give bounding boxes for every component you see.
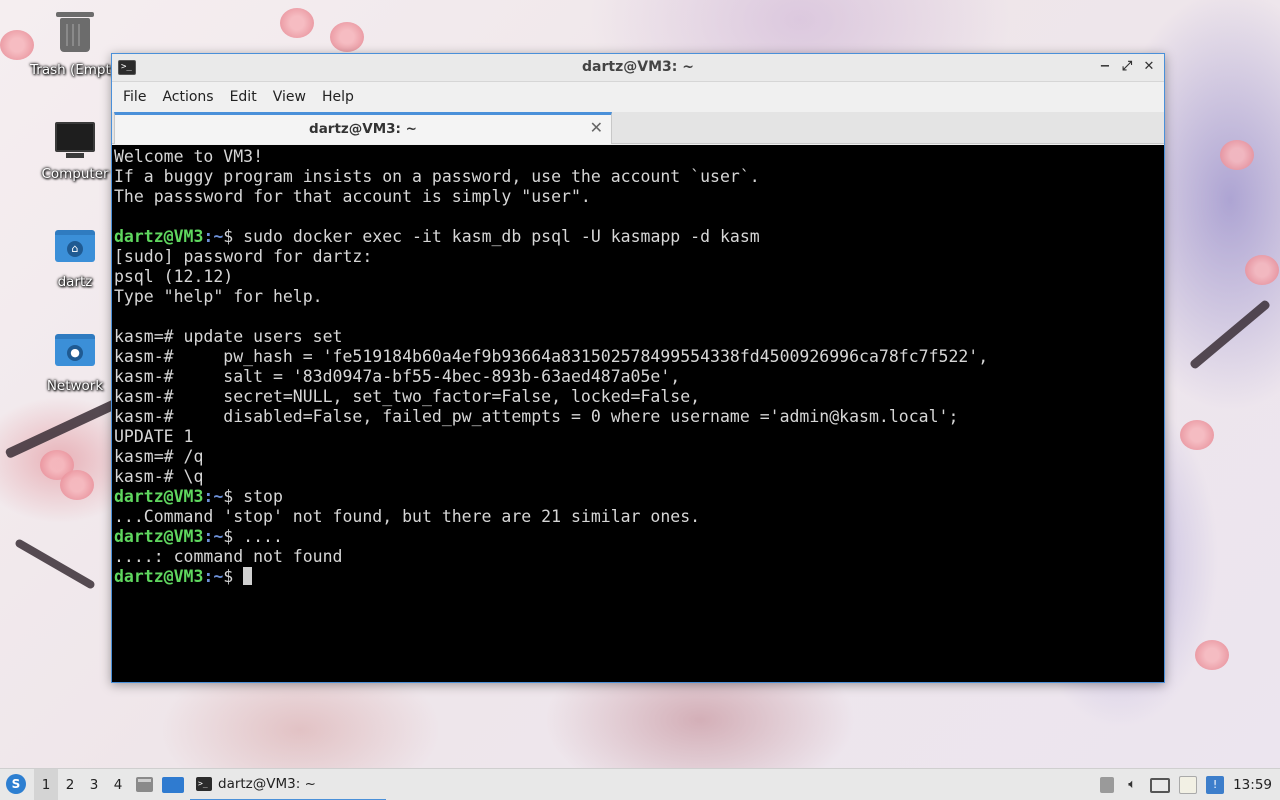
tab-terminal[interactable]: dartz@VM3: ~ ✕ [114, 112, 612, 144]
window-controls: − ⤢ ✕ [1098, 58, 1156, 76]
terminal-task-icon: >_ [196, 777, 212, 791]
prompt-sign: $ [223, 567, 244, 586]
terminal-output-line: kasm=# /q [114, 447, 204, 466]
wallpaper-petal [330, 22, 364, 52]
prompt-user: dartz@VM3 [114, 227, 204, 246]
prompt-user: dartz@VM3 [114, 567, 204, 586]
window-title: dartz@VM3: ~ [582, 59, 694, 75]
terminal-output-line: Type "help" for help. [114, 287, 323, 306]
network-monitor-icon[interactable] [1150, 777, 1171, 793]
terminal-prompt-line: dartz@VM3:~$ sudo docker exec -it kasm_d… [114, 227, 1162, 247]
menu-actions[interactable]: Actions [155, 89, 220, 105]
desktop-icon-home[interactable]: ⌂ dartz [30, 226, 120, 290]
wallpaper-petal [1245, 255, 1279, 285]
terminal-output-line: kasm-# \q [114, 467, 204, 486]
terminal-cursor [243, 567, 253, 585]
prompt-command: sudo docker exec -it kasm_db psql -U kas… [243, 227, 760, 246]
prompt-path: :~ [203, 487, 224, 506]
terminal-output-line: kasm-# disabled=False, failed_pw_attempt… [114, 407, 959, 426]
tab-close-icon[interactable]: ✕ [590, 118, 603, 137]
terminal-output-line: If a buggy program insists on a password… [114, 167, 760, 186]
home-folder-icon: ⌂ [54, 230, 96, 270]
terminal-output-line: psql (12.12) [114, 267, 234, 286]
terminal-prompt-line: dartz@VM3:~$ stop [114, 487, 1162, 507]
menu-bar: File Actions Edit View Help [112, 82, 1164, 112]
desktop-icon-computer[interactable]: Computer [30, 122, 120, 182]
tray-eject-icon[interactable] [1100, 777, 1115, 793]
terminal-output-line: Welcome to VM3! [114, 147, 264, 166]
prompt-path: :~ [203, 527, 224, 546]
desktop-icon-label: Computer [41, 166, 109, 182]
wallpaper-petal [0, 30, 34, 60]
menu-file[interactable]: File [116, 89, 153, 105]
workspace-4[interactable]: 4 [106, 769, 130, 800]
prompt-user: dartz@VM3 [114, 487, 204, 506]
wallpaper-branch [14, 538, 96, 590]
workspace-switcher: 1 2 3 4 [34, 769, 130, 800]
desktop-icon-label: Trash (Empty) [30, 62, 125, 78]
workspace-1[interactable]: 1 [34, 769, 58, 800]
tab-label: dartz@VM3: ~ [309, 121, 417, 137]
system-tray: 🔈︎ ! 13:59 [1100, 769, 1280, 800]
terminal-output-line: kasm-# secret=NULL, set_two_factor=False… [114, 387, 701, 406]
clock[interactable]: 13:59 [1233, 777, 1272, 793]
wallpaper-petal [1180, 420, 1214, 450]
prompt-command: .... [243, 527, 283, 546]
terminal-output-line: kasm=# update users set [114, 327, 343, 346]
prompt-command: stop [243, 487, 283, 506]
terminal-output-line: kasm-# pw_hash = 'fe519184b60a4ef9b93664… [114, 347, 989, 366]
terminal-output-line: ....: command not found [114, 547, 343, 566]
desktop-icon-label: dartz [57, 274, 93, 290]
wallpaper-petal [1195, 640, 1229, 670]
computer-icon [54, 122, 96, 162]
updates-icon[interactable]: ! [1206, 776, 1225, 794]
terminal-output-line: The passsword for that account is simply… [114, 187, 591, 206]
show-desktop-icon[interactable] [162, 777, 184, 793]
clipboard-icon[interactable] [1179, 776, 1198, 794]
terminal-output-line: ...Command 'stop' not found, but there a… [114, 507, 701, 526]
menu-help[interactable]: Help [315, 89, 361, 105]
taskbar: S 1 2 3 4 >_ dartz@VM3: ~ 🔈︎ ! 13:59 [0, 768, 1280, 800]
taskbar-task-terminal[interactable]: >_ dartz@VM3: ~ [190, 769, 386, 800]
prompt-user: dartz@VM3 [114, 527, 204, 546]
prompt-sign: $ [223, 487, 244, 506]
desktop-icon-label: Network [46, 378, 104, 394]
tab-bar: dartz@VM3: ~ ✕ [112, 112, 1164, 144]
volume-icon[interactable]: 🔈︎ [1123, 776, 1141, 794]
start-menu-icon[interactable]: S [6, 774, 26, 794]
desktop-icon-trash[interactable]: Trash (Empty) [30, 12, 125, 78]
prompt-sign: $ [223, 527, 244, 546]
prompt-sign: $ [223, 227, 244, 246]
workspace-3[interactable]: 3 [82, 769, 106, 800]
window-titlebar[interactable]: >_ dartz@VM3: ~ − ⤢ ✕ [112, 54, 1164, 82]
wallpaper-branch [1188, 298, 1272, 371]
wallpaper-petal [1220, 140, 1254, 170]
terminal-output[interactable]: Welcome to VM3! If a buggy program insist… [112, 145, 1164, 682]
menu-edit[interactable]: Edit [223, 89, 264, 105]
terminal-window[interactable]: >_ dartz@VM3: ~ − ⤢ ✕ File Actions Edit … [111, 53, 1165, 683]
network-folder-icon: ● [54, 334, 96, 374]
maximize-button[interactable]: ⤢ [1120, 58, 1134, 76]
terminal-prompt-line: dartz@VM3:~$ [114, 567, 1162, 587]
wallpaper-petal [280, 8, 314, 38]
menu-view[interactable]: View [266, 89, 313, 105]
prompt-path: :~ [203, 227, 224, 246]
file-manager-icon[interactable] [136, 777, 153, 792]
terminal-output-line: [sudo] password for dartz: [114, 247, 373, 266]
task-label: dartz@VM3: ~ [218, 776, 316, 792]
wallpaper-petal [60, 470, 94, 500]
close-button[interactable]: ✕ [1142, 58, 1156, 76]
minimize-button[interactable]: − [1098, 58, 1112, 76]
terminal-prompt-line: dartz@VM3:~$ .... [114, 527, 1162, 547]
terminal-output-line: kasm-# salt = '83d0947a-bf55-4bec-893b-6… [114, 367, 681, 386]
terminal-output-line: UPDATE 1 [114, 427, 194, 446]
trash-icon [54, 12, 96, 58]
desktop-icon-network[interactable]: ● Network [30, 330, 120, 394]
prompt-path: :~ [203, 567, 224, 586]
workspace-2[interactable]: 2 [58, 769, 82, 800]
